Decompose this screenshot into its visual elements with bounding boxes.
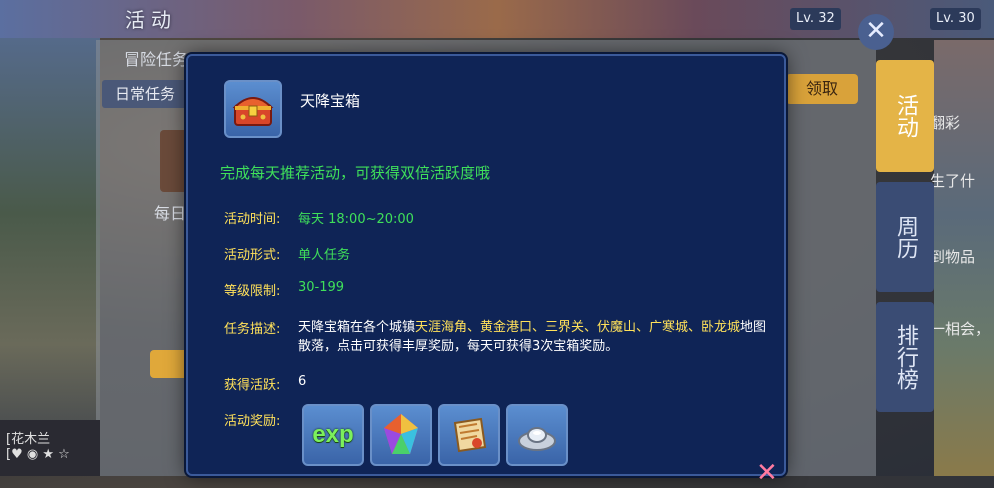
reward-slot-scroll[interactable] (438, 404, 500, 466)
tab-weekly[interactable]: 周历 (876, 182, 934, 292)
level-limit-value: 30-199 (298, 280, 345, 295)
format-label: 活动形式: (224, 248, 281, 263)
level-badge-right: Lv. 30 (930, 8, 981, 30)
background-small-button[interactable] (150, 350, 190, 378)
format-value: 单人任务 (298, 248, 351, 263)
right-text-2: 生了什 (930, 172, 976, 190)
time-value: 每天 18:00~20:00 (298, 212, 414, 227)
description-text: 天降宝箱在各个城镇天涯海角、黄金港口、三界关、伏魔山、广寒城、卧龙城地图散落，点… (298, 318, 768, 356)
treasure-chest-icon (224, 80, 282, 138)
popup-headline: 完成每天推荐活动，可获得双倍活跃度哦 (220, 164, 491, 182)
right-text-3: 到物品 (930, 248, 976, 266)
chat-preview[interactable]: [花木兰 [♥ ◉ ★ ☆ (0, 420, 100, 476)
right-text-4: 一相会， (930, 320, 991, 338)
claim-button[interactable]: 领取 (786, 74, 858, 104)
daily-label: 每日 (154, 204, 187, 223)
exp-icon: exp (312, 421, 354, 448)
item-name: 天降宝箱 (300, 92, 361, 110)
scroll-icon (453, 417, 487, 453)
reward-slot-exp[interactable]: exp (302, 404, 364, 466)
background-header: 冒险任务 (124, 50, 189, 69)
silver-ingot-icon (518, 427, 556, 451)
reward-slot-ingot[interactable] (506, 404, 568, 466)
close-button[interactable]: ✕ (858, 14, 894, 50)
rewards-label: 活动奖励: (224, 414, 281, 429)
rainbow-gem-icon (384, 414, 418, 454)
window-title: 活动 (125, 8, 177, 32)
tab-activity[interactable]: 活动 (876, 60, 934, 172)
desc-locations: 天涯海角、黄金港口、三界关、伏魔山、广寒城、卧龙城 (415, 320, 741, 335)
activity-detail-popup: 天降宝箱 完成每天推荐活动，可获得双倍活跃度哦 活动时间: 每天 18:00~2… (186, 54, 786, 476)
level-badge-left: Lv. 32 (790, 8, 841, 30)
active-points-label: 获得活跃: (224, 378, 281, 393)
description-label: 任务描述: (224, 322, 281, 337)
close-icon: ✕ (865, 16, 887, 46)
tab-ranking[interactable]: 排行榜 (876, 302, 934, 412)
left-scene (0, 38, 100, 476)
chat-name: [花木兰 (6, 432, 51, 447)
corner-close-icon[interactable]: ✕ (756, 458, 778, 488)
reward-slot-gem[interactable] (370, 404, 432, 466)
right-text-1: 翻彩 (930, 114, 961, 132)
active-points-value: 6 (298, 374, 307, 389)
chat-icons: [♥ ◉ ★ ☆ (6, 447, 70, 462)
level-limit-label: 等级限制: (224, 284, 281, 299)
tab-daily-tasks[interactable]: 日常任务 (102, 80, 188, 108)
time-label: 活动时间: (224, 212, 281, 227)
desc-part-1: 天降宝箱在各个城镇 (298, 320, 416, 335)
